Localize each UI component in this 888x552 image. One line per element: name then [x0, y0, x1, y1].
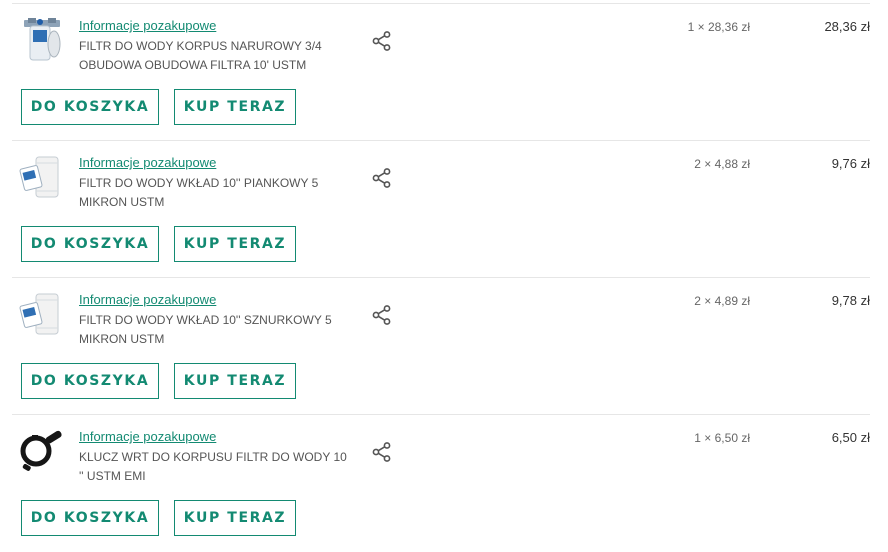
buy-now-button[interactable]: KUP TERAZ: [174, 89, 296, 125]
product-name: FILTR DO WODY WKŁAD 10'' PIANKOWY 5 MIKR…: [79, 176, 319, 209]
add-to-cart-button[interactable]: DO KOSZYKA: [21, 226, 159, 262]
filter-cartridge-icon[interactable]: [18, 290, 66, 338]
add-to-cart-button[interactable]: DO KOSZYKA: [21, 500, 159, 536]
product-name: FILTR DO WODY KORPUS NARUROWY 3/4 OBUDOW…: [79, 39, 322, 72]
filter-housing-icon[interactable]: [18, 16, 66, 64]
quantity-price: 2 × 4,88 zł: [694, 157, 750, 171]
item-total: 9,78 zł: [831, 293, 870, 308]
share-icon[interactable]: [371, 30, 393, 52]
purchase-item: Informacje pozakupowe FILTR DO WODY WKŁA…: [0, 278, 888, 415]
filter-cartridge-icon[interactable]: [18, 153, 66, 201]
share-icon[interactable]: [371, 441, 393, 463]
item-total: 6,50 zł: [831, 430, 870, 445]
item-total: 28,36 zł: [824, 19, 870, 34]
buy-now-button[interactable]: KUP TERAZ: [174, 500, 296, 536]
add-to-cart-button[interactable]: DO KOSZYKA: [21, 89, 159, 125]
after-purchase-info-link[interactable]: Informacje pozakupowe: [79, 429, 216, 444]
quantity-price: 1 × 28,36 zł: [687, 20, 750, 34]
after-purchase-info-link[interactable]: Informacje pozakupowe: [79, 155, 216, 170]
share-icon[interactable]: [371, 304, 393, 326]
purchase-item: Informacje pozakupowe KLUCZ WRT DO KORPU…: [0, 415, 888, 552]
quantity-price: 2 × 4,89 zł: [694, 294, 750, 308]
after-purchase-info-link[interactable]: Informacje pozakupowe: [79, 292, 216, 307]
product-name: KLUCZ WRT DO KORPUSU FILTR DO WODY 10 ''…: [79, 450, 347, 483]
product-name: FILTR DO WODY WKŁAD 10'' SZNURKOWY 5 MIK…: [79, 313, 332, 346]
purchase-item: Informacje pozakupowe FILTR DO WODY WKŁA…: [0, 141, 888, 278]
share-icon[interactable]: [371, 167, 393, 189]
buy-now-button[interactable]: KUP TERAZ: [174, 226, 296, 262]
quantity-price: 1 × 6,50 zł: [694, 431, 750, 445]
wrench-key-icon[interactable]: [18, 427, 66, 475]
purchased-items-list: Informacje pozakupowe FILTR DO WODY KORP…: [0, 0, 888, 545]
purchase-item: Informacje pozakupowe FILTR DO WODY KORP…: [0, 4, 888, 141]
after-purchase-info-link[interactable]: Informacje pozakupowe: [79, 18, 216, 33]
add-to-cart-button[interactable]: DO KOSZYKA: [21, 363, 159, 399]
buy-now-button[interactable]: KUP TERAZ: [174, 363, 296, 399]
item-total: 9,76 zł: [831, 156, 870, 171]
